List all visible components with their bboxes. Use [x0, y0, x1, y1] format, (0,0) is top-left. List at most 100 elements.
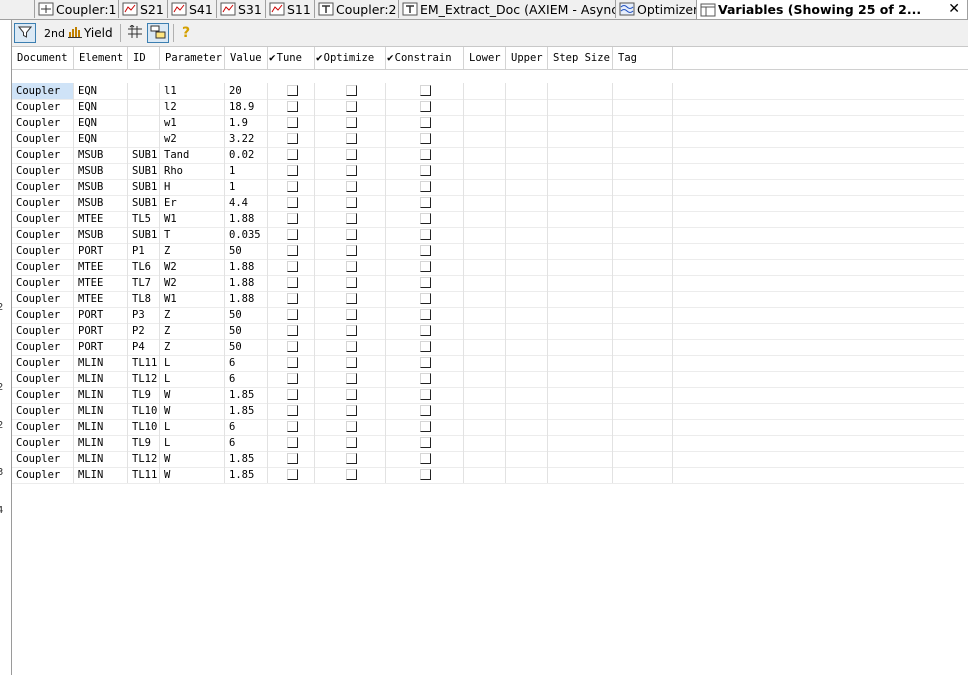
constrain-checkbox[interactable] [420, 389, 431, 400]
cell-upper[interactable] [506, 179, 548, 195]
tune-checkbox[interactable] [287, 389, 298, 400]
table-row[interactable]: Coupler MSUB SUB1 H 1 [12, 179, 964, 196]
cell-value[interactable]: 0.035 [225, 227, 268, 243]
column-header-element[interactable]: Element [74, 47, 128, 69]
column-header-tag[interactable]: Tag [613, 47, 673, 69]
cell-tag[interactable] [613, 403, 673, 419]
column-header-lower[interactable]: Lower [464, 47, 506, 69]
optimize-checkbox[interactable] [346, 197, 357, 208]
cell-step-size[interactable] [548, 99, 613, 115]
optimize-checkbox[interactable] [346, 293, 357, 304]
tune-checkbox[interactable] [287, 373, 298, 384]
table-row[interactable]: Coupler PORT P2 Z 50 [12, 323, 964, 340]
cell-upper[interactable] [506, 83, 548, 99]
column-header-constrain[interactable]: ✔Constrain [386, 47, 464, 69]
cell-upper[interactable] [506, 115, 548, 131]
second-button[interactable]: 2nd [44, 23, 66, 43]
optimize-checkbox[interactable] [346, 453, 357, 464]
cell-value[interactable]: 6 [225, 371, 268, 387]
cell-lower[interactable] [464, 83, 506, 99]
optimize-checkbox[interactable] [346, 229, 357, 240]
optimize-checkbox[interactable] [346, 181, 357, 192]
cell-tag[interactable] [613, 419, 673, 435]
cell-lower[interactable] [464, 115, 506, 131]
tune-checkbox[interactable] [287, 229, 298, 240]
cell-tag[interactable] [613, 115, 673, 131]
cell-step-size[interactable] [548, 467, 613, 483]
table-row[interactable]: Coupler MLIN TL9 W 1.85 [12, 387, 964, 404]
cell-step-size[interactable] [548, 355, 613, 371]
cell-lower[interactable] [464, 467, 506, 483]
cell-tag[interactable] [613, 467, 673, 483]
cell-upper[interactable] [506, 275, 548, 291]
cell-lower[interactable] [464, 275, 506, 291]
cell-value[interactable]: 50 [225, 243, 268, 259]
constrain-checkbox[interactable] [420, 341, 431, 352]
optimize-checkbox[interactable] [346, 117, 357, 128]
table-row[interactable]: Coupler MLIN TL11 L 6 [12, 355, 964, 372]
cell-step-size[interactable] [548, 115, 613, 131]
cell-tag[interactable] [613, 275, 673, 291]
tune-checkbox[interactable] [287, 117, 298, 128]
constrain-checkbox[interactable] [420, 197, 431, 208]
optimize-checkbox[interactable] [346, 309, 357, 320]
cell-lower[interactable] [464, 131, 506, 147]
optimize-checkbox[interactable] [346, 101, 357, 112]
cell-lower[interactable] [464, 211, 506, 227]
cell-tag[interactable] [613, 195, 673, 211]
tune-checkbox[interactable] [287, 453, 298, 464]
table-row[interactable]: Coupler MLIN TL10 L 6 [12, 419, 964, 436]
cell-lower[interactable] [464, 291, 506, 307]
constrain-checkbox[interactable] [420, 133, 431, 144]
tune-checkbox[interactable] [287, 149, 298, 160]
cell-lower[interactable] [464, 419, 506, 435]
cell-value[interactable]: 1 [225, 179, 268, 195]
table-row[interactable]: Coupler EQN w1 1.9 [12, 115, 964, 132]
constrain-checkbox[interactable] [420, 117, 431, 128]
column-header-optimize[interactable]: ✔Optimize [315, 47, 386, 69]
cell-lower[interactable] [464, 163, 506, 179]
cell-value[interactable]: 1.9 [225, 115, 268, 131]
table-row[interactable]: Coupler PORT P4 Z 50 [12, 339, 964, 356]
constrain-checkbox[interactable] [420, 181, 431, 192]
cell-upper[interactable] [506, 371, 548, 387]
tab-coupler[interactable]: Coupler:1 [34, 0, 118, 18]
cell-step-size[interactable] [548, 387, 613, 403]
cell-tag[interactable] [613, 339, 673, 355]
constrain-checkbox[interactable] [420, 421, 431, 432]
column-header-parameter[interactable]: Parameter [160, 47, 225, 69]
table-row[interactable]: Coupler PORT P3 Z 50 [12, 307, 964, 324]
optimize-checkbox[interactable] [346, 213, 357, 224]
cell-lower[interactable] [464, 99, 506, 115]
cell-value[interactable]: 50 [225, 323, 268, 339]
constrain-checkbox[interactable] [420, 277, 431, 288]
cell-upper[interactable] [506, 163, 548, 179]
cell-tag[interactable] [613, 163, 673, 179]
close-icon[interactable]: ✕ [948, 0, 960, 18]
tune-checkbox[interactable] [287, 421, 298, 432]
cell-tag[interactable] [613, 371, 673, 387]
cell-upper[interactable] [506, 99, 548, 115]
column-header-tune[interactable]: ✔Tune [268, 47, 315, 69]
cell-upper[interactable] [506, 451, 548, 467]
cell-tag[interactable] [613, 355, 673, 371]
tune-checkbox[interactable] [287, 133, 298, 144]
cell-step-size[interactable] [548, 131, 613, 147]
cell-step-size[interactable] [548, 147, 613, 163]
tune-checkbox[interactable] [287, 181, 298, 192]
cell-value[interactable]: 18.9 [225, 99, 268, 115]
cell-upper[interactable] [506, 339, 548, 355]
cell-upper[interactable] [506, 435, 548, 451]
optimize-checkbox[interactable] [346, 325, 357, 336]
optimize-checkbox[interactable] [346, 469, 357, 480]
tune-checkbox[interactable] [287, 213, 298, 224]
table-row[interactable]: Coupler MLIN TL12 W 1.85 [12, 451, 964, 468]
cell-lower[interactable] [464, 451, 506, 467]
table-row[interactable]: Coupler MSUB SUB1 Tand 0.02 [12, 147, 964, 164]
cell-tag[interactable] [613, 291, 673, 307]
table-row[interactable]: Coupler EQN w2 3.22 [12, 131, 964, 148]
cell-lower[interactable] [464, 147, 506, 163]
cell-upper[interactable] [506, 323, 548, 339]
optimize-checkbox[interactable] [346, 85, 357, 96]
cell-value[interactable]: 1.88 [225, 275, 268, 291]
